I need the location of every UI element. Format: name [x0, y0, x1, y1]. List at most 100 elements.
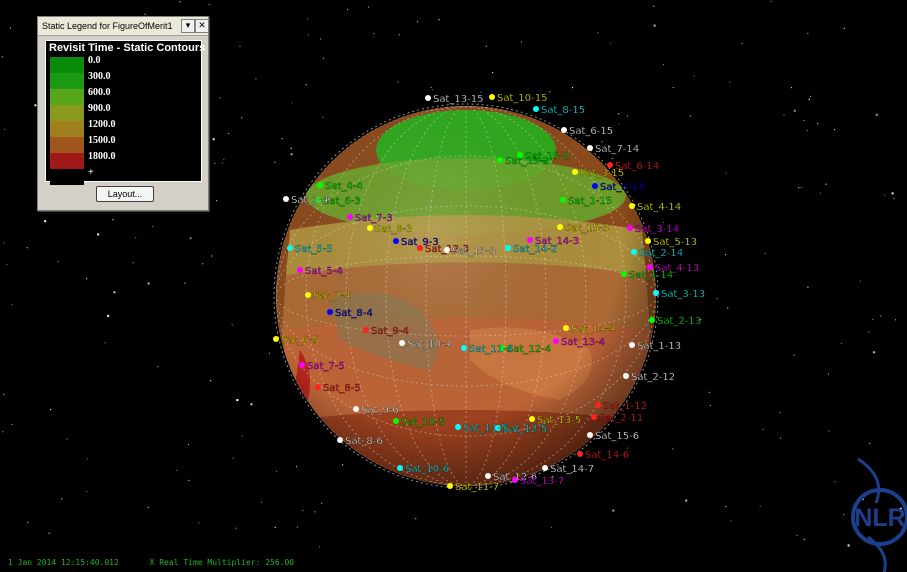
satellite-marker[interactable]	[287, 245, 293, 251]
satellite-marker[interactable]	[517, 152, 523, 158]
satellite-label[interactable]: Sat_8-15	[541, 105, 585, 116]
satellite-marker[interactable]	[653, 290, 659, 296]
satellite-marker[interactable]	[305, 292, 311, 298]
satellite-label[interactable]: Sat_8-5	[323, 383, 361, 394]
satellite-label[interactable]: Sat_1-13	[637, 341, 681, 352]
satellite-marker[interactable]	[629, 342, 635, 348]
satellite-marker[interactable]	[273, 336, 279, 342]
satellite-label[interactable]: Sat_3-14	[600, 182, 644, 193]
satellite-label[interactable]: Sat_14-4	[571, 324, 615, 335]
satellite-label[interactable]: Sat_5-4	[305, 266, 343, 277]
satellite-label[interactable]: Sat_9-6	[361, 405, 399, 416]
satellite-label[interactable]: Sat_3-14	[635, 224, 679, 235]
satellite-label[interactable]: Sat_13-15	[433, 94, 484, 105]
satellite-marker[interactable]	[563, 325, 569, 331]
satellite-label[interactable]: Sat_1-12	[603, 401, 647, 412]
satellite-label[interactable]: Sat_2-13	[657, 316, 701, 327]
satellite-marker[interactable]	[393, 418, 399, 424]
satellite-marker[interactable]	[489, 94, 495, 100]
satellite-label[interactable]: Sat_11-7	[455, 482, 499, 493]
satellite-marker[interactable]	[529, 416, 535, 422]
satellite-label[interactable]: Sat_2-11	[599, 413, 643, 424]
satellite-label[interactable]: Sat_11-5	[463, 423, 507, 434]
satellite-label[interactable]: Sat_12-5	[503, 424, 547, 435]
legend-titlebar[interactable]: Static Legend for FigureOfMerit1 ▾ ✕	[38, 17, 209, 36]
satellite-marker[interactable]	[399, 340, 405, 346]
satellite-label[interactable]: Sat_14-7	[550, 464, 594, 475]
satellite-marker[interactable]	[393, 238, 399, 244]
satellite-label[interactable]: Sat_10-15	[497, 93, 548, 104]
satellite-marker[interactable]	[629, 203, 635, 209]
satellite-marker[interactable]	[561, 127, 567, 133]
satellite-label[interactable]: Sat_1-15	[568, 196, 612, 207]
satellite-marker[interactable]	[353, 406, 359, 412]
satellite-marker[interactable]	[299, 362, 305, 368]
satellite-label[interactable]: Sat_3-13	[661, 289, 705, 300]
satellite-label[interactable]: Sat_7-14	[595, 144, 639, 155]
satellite-marker[interactable]	[425, 95, 431, 101]
satellite-label[interactable]: Sat_1-14	[629, 270, 673, 281]
satellite-label[interactable]: Sat_4-14	[637, 202, 681, 213]
satellite-label[interactable]: Sat_3-4	[291, 195, 329, 206]
satellite-label[interactable]: Sat_11-4	[469, 344, 513, 355]
satellite-marker[interactable]	[645, 238, 651, 244]
satellite-marker[interactable]	[505, 245, 511, 251]
satellite-label[interactable]: Sat_10-4	[407, 339, 451, 350]
satellite-marker[interactable]	[363, 327, 369, 333]
satellite-marker[interactable]	[623, 373, 629, 379]
satellite-label[interactable]: Sat_3-15	[580, 168, 624, 179]
satellite-label[interactable]: Sat_7-4	[313, 291, 351, 302]
satellite-marker[interactable]	[591, 414, 597, 420]
satellite-marker[interactable]	[572, 169, 578, 175]
satellite-marker[interactable]	[347, 214, 353, 220]
satellite-label[interactable]: Sat_14-2	[513, 244, 557, 255]
satellite-label[interactable]: Sat_15-2	[525, 151, 569, 162]
satellite-marker[interactable]	[631, 249, 637, 255]
static-legend-window[interactable]: Static Legend for FigureOfMerit1 ▾ ✕ Rev…	[37, 16, 209, 211]
satellite-marker[interactable]	[627, 225, 633, 231]
satellite-label[interactable]: Sat_15-6	[595, 431, 639, 442]
layout-button[interactable]: Layout...	[96, 186, 154, 202]
legend-close-button[interactable]: ✕	[195, 19, 209, 33]
satellite-marker[interactable]	[367, 225, 373, 231]
satellite-marker[interactable]	[461, 345, 467, 351]
satellite-marker[interactable]	[444, 247, 450, 253]
satellite-label[interactable]: Sat_6-5	[281, 335, 319, 346]
satellite-label[interactable]: Sat_13-3	[452, 246, 496, 257]
satellite-marker[interactable]	[553, 338, 559, 344]
satellite-label[interactable]: Sat_4-4	[325, 181, 363, 192]
satellite-marker[interactable]	[455, 424, 461, 430]
satellite-marker[interactable]	[587, 145, 593, 151]
satellite-label[interactable]: Sat_6-15	[569, 126, 613, 137]
satellite-marker[interactable]	[317, 182, 323, 188]
satellite-marker[interactable]	[397, 465, 403, 471]
satellite-marker[interactable]	[592, 183, 598, 189]
legend-dropdown-button[interactable]: ▾	[181, 19, 195, 33]
satellite-marker[interactable]	[587, 432, 593, 438]
satellite-marker[interactable]	[560, 197, 566, 203]
satellite-label[interactable]: Sat_2-12	[631, 372, 675, 383]
satellite-marker[interactable]	[533, 106, 539, 112]
satellite-marker[interactable]	[283, 196, 289, 202]
satellite-marker[interactable]	[527, 237, 533, 243]
satellite-label[interactable]: Sat_12-4	[507, 344, 551, 355]
satellite-label[interactable]: Sat_5-5	[295, 244, 333, 255]
satellite-marker[interactable]	[417, 245, 423, 251]
satellite-label[interactable]: Sat_8-3	[375, 224, 413, 235]
satellite-label[interactable]: Sat_2-14	[639, 248, 683, 259]
satellite-marker[interactable]	[297, 267, 303, 273]
satellite-label[interactable]: Sat_8-6	[345, 436, 383, 447]
satellite-marker[interactable]	[315, 384, 321, 390]
satellite-label[interactable]: Sat_5-13	[653, 237, 697, 248]
satellite-marker[interactable]	[337, 437, 343, 443]
satellite-marker[interactable]	[557, 224, 563, 230]
satellite-marker[interactable]	[485, 473, 491, 479]
satellite-marker[interactable]	[512, 477, 518, 483]
satellite-label[interactable]: Sat_7-5	[307, 361, 345, 372]
satellite-label[interactable]: Sat_9-4	[371, 326, 409, 337]
satellite-marker[interactable]	[621, 271, 627, 277]
satellite-label[interactable]: Sat_7-3	[355, 213, 393, 224]
satellite-label[interactable]: Sat_10-6	[405, 464, 449, 475]
satellite-marker[interactable]	[649, 317, 655, 323]
satellite-label[interactable]: Sat_10-5	[401, 417, 445, 428]
